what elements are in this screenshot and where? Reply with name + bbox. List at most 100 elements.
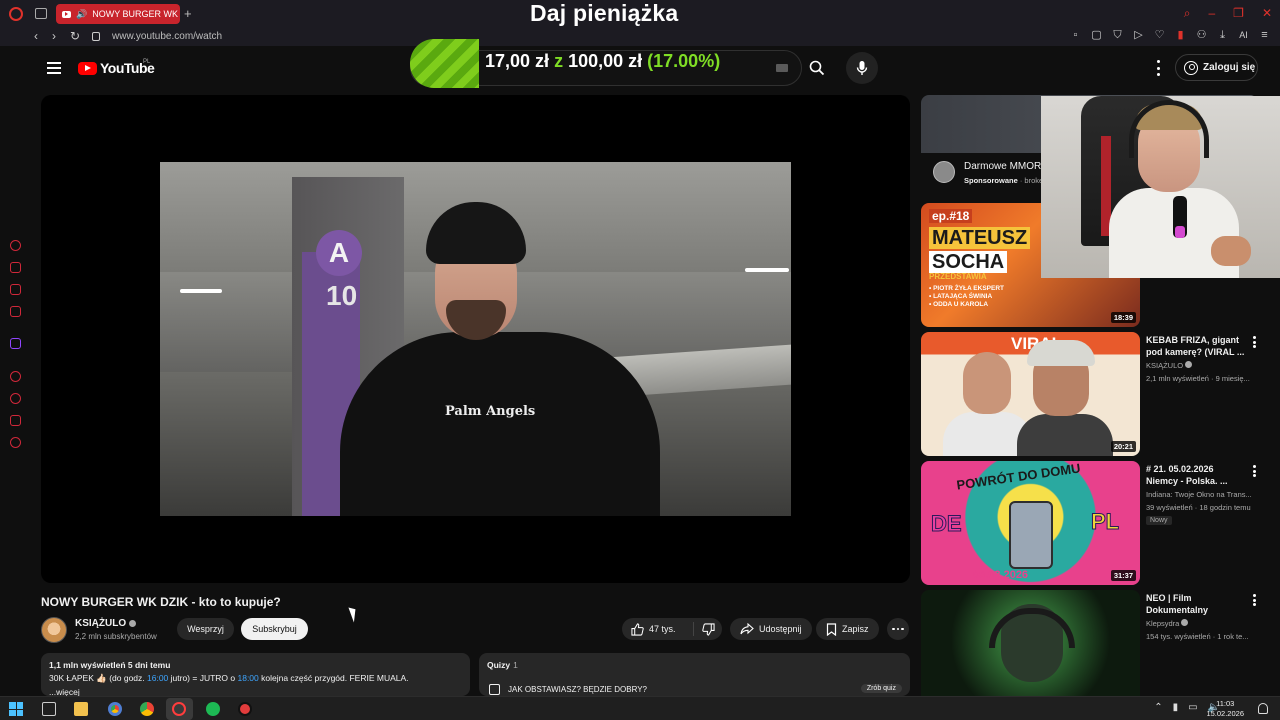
sidebar-music-icon[interactable] xyxy=(10,306,21,317)
chrome-icon[interactable] xyxy=(140,702,154,716)
sidebar-player-icon[interactable] xyxy=(10,371,21,382)
sidebar-chatgpt-icon[interactable] xyxy=(10,240,21,251)
like-button[interactable]: 47 tys. xyxy=(622,622,694,636)
settings-menu-icon[interactable] xyxy=(1152,60,1164,76)
take-quiz-button[interactable]: Zrób quiz xyxy=(860,684,902,693)
voice-search-button[interactable] xyxy=(846,52,878,84)
file-explorer-icon[interactable] xyxy=(74,702,88,716)
ad-title[interactable]: Darmowe MMOR xyxy=(964,161,1041,172)
tab-workspaces-icon[interactable] xyxy=(35,8,47,19)
recommendation-title[interactable]: KEBAB FRIZA, gigant pod kamerę? (VIRAL .… xyxy=(1146,334,1246,358)
support-button[interactable]: Wesprzyj xyxy=(177,618,234,640)
url-field[interactable]: www.youtube.com/watch xyxy=(112,31,222,42)
sidebar-settings-icon[interactable] xyxy=(10,437,21,448)
verified-icon xyxy=(1181,619,1189,626)
recommendation-thumbnail[interactable]: VIRAL 20:21 xyxy=(921,332,1140,456)
sidebar-discord-icon[interactable] xyxy=(10,284,21,295)
bookmark-save-icon xyxy=(826,622,837,636)
windows-start-icon[interactable] xyxy=(9,702,23,716)
share-button[interactable]: Udostępnij xyxy=(730,618,812,640)
like-count: 47 tys. xyxy=(649,624,676,634)
snapshot-icon[interactable]: ▢ xyxy=(1091,30,1102,41)
chrome-profile-icon[interactable] xyxy=(108,702,122,716)
recommendation-thumbnail[interactable]: POWRÓT DO DOMU DE PL 05.02.2026 31:37 xyxy=(921,461,1140,585)
system-clock[interactable]: 11:03 15.02.2026 xyxy=(1206,699,1244,719)
description-box[interactable]: 1,1 mln wyświetleń 5 dni temu 30K ŁAPEK … xyxy=(41,653,470,696)
opera-gx-icon[interactable] xyxy=(172,702,186,716)
description-part: kolejna część przygód. FERIE MUALA. xyxy=(258,673,409,683)
recommendation-channel[interactable]: Klepsydra xyxy=(1146,619,1254,628)
audio-icon[interactable]: 🔊 xyxy=(76,9,87,20)
timestamp-link[interactable]: 16:00 xyxy=(147,673,168,683)
save-button[interactable]: Zapisz xyxy=(816,618,879,640)
sidebar-history-icon[interactable] xyxy=(10,393,21,404)
browser-tab-active[interactable]: 🔊 NOWY BURGER WK DZ xyxy=(56,4,180,24)
heart-icon[interactable]: ♡ xyxy=(1154,30,1165,41)
search-tabs-icon[interactable]: ⌕ xyxy=(1184,6,1191,21)
subscriber-count: 2,2 mln subskrybentów xyxy=(75,632,157,641)
recommendation-item[interactable]: NEO | Film Dokumentalny Klepsydra 154 ty… xyxy=(921,590,1261,696)
profile-icon[interactable]: ⚇ xyxy=(1196,30,1207,41)
lock-icon[interactable] xyxy=(92,32,100,41)
video-title: NOWY BURGER WK DZIK - kto to kupuje? xyxy=(41,595,281,609)
webcam-mic-light xyxy=(1175,226,1185,238)
subscribe-button[interactable]: Subskrybuj xyxy=(241,618,308,640)
bookmark-icon[interactable]: ▫ xyxy=(1070,30,1081,41)
video-frame[interactable]: A 10 Palm Angels xyxy=(160,162,791,516)
show-more-link[interactable]: ...więcej xyxy=(49,687,462,696)
notifications-icon[interactable] xyxy=(1258,703,1268,714)
sign-in-button[interactable]: Zaloguj się xyxy=(1175,54,1258,81)
video-duration: 20:21 xyxy=(1110,441,1136,452)
opera-logo-icon[interactable] xyxy=(9,7,23,21)
timestamp-link[interactable]: 18:00 xyxy=(237,673,258,683)
task-view-icon[interactable] xyxy=(42,702,56,716)
shield-icon[interactable]: ⛉ xyxy=(1112,30,1123,41)
recommendation-item[interactable]: POWRÓT DO DOMU DE PL 05.02.2026 31:37 # … xyxy=(921,461,1261,585)
recommendation-channel[interactable]: Indiana: Twoje Okno na Trans... xyxy=(1146,490,1254,499)
channel-name[interactable]: KSIĄŻULO xyxy=(75,618,137,629)
sidebar-messenger-icon[interactable] xyxy=(10,262,21,273)
app-icon[interactable] xyxy=(238,702,252,716)
youtube-favicon-icon xyxy=(62,10,71,18)
play-icon[interactable]: ▷ xyxy=(1133,30,1144,41)
channel-avatar[interactable] xyxy=(41,617,67,643)
recommendation-channel[interactable]: KSIĄŻULO xyxy=(1146,361,1254,370)
download-icon[interactable]: ⤓ xyxy=(1217,30,1228,41)
guide-menu-icon[interactable] xyxy=(47,62,61,74)
quiz-question[interactable]: JAK OBSTAWIASZ? BĘDZIE DOBRY? xyxy=(489,684,647,695)
item-menu-icon[interactable] xyxy=(1252,594,1256,606)
thumb-top-text: POWRÓT DO DOMU xyxy=(955,461,1082,493)
dislike-button[interactable] xyxy=(694,622,722,636)
maximize-icon[interactable]: ❐ xyxy=(1233,6,1244,21)
reload-icon[interactable]: ↻ xyxy=(70,29,80,43)
item-menu-icon[interactable] xyxy=(1252,336,1256,348)
recommendation-thumbnail[interactable] xyxy=(921,590,1140,696)
wallet-icon[interactable]: ▮ xyxy=(1175,30,1186,41)
window-controls: ⌕ – ❐ ✕ xyxy=(1184,6,1272,21)
usb-icon[interactable]: ▮ xyxy=(1173,702,1179,713)
menu-icon[interactable]: ≡ xyxy=(1259,30,1270,41)
recommendation-title[interactable]: # 21. 05.02.2026 Niemcy - Polska. ... xyxy=(1146,463,1246,487)
thumb-de: DE xyxy=(931,511,963,537)
new-tab-plus-icon[interactable]: + xyxy=(184,6,192,21)
recommendation-item[interactable]: VIRAL 20:21 KEBAB FRIZA, gigant pod kame… xyxy=(921,332,1261,456)
stream-overlay-title: Daj pieniążka xyxy=(530,0,679,26)
forward-icon[interactable]: › xyxy=(52,29,56,43)
close-window-icon[interactable]: ✕ xyxy=(1262,6,1272,21)
save-label: Zapisz xyxy=(842,624,869,634)
ad-sponsored-label: Sponsorowane · broke xyxy=(964,176,1043,185)
more-actions-button[interactable] xyxy=(887,618,909,640)
sidebar-extensions-icon[interactable] xyxy=(10,415,21,426)
network-icon[interactable]: ▭ xyxy=(1188,702,1197,713)
recommendation-title[interactable]: NEO | Film Dokumentalny xyxy=(1146,592,1246,616)
sidebar-twitch-icon[interactable] xyxy=(10,338,21,349)
quiz-question-text: JAK OBSTAWIASZ? BĘDZIE DOBRY? xyxy=(508,685,647,694)
item-menu-icon[interactable] xyxy=(1252,465,1256,477)
minimize-icon[interactable]: – xyxy=(1208,6,1215,21)
spotify-icon[interactable] xyxy=(206,702,220,716)
back-icon[interactable]: ‹ xyxy=(34,29,38,43)
aria-icon[interactable]: AI xyxy=(1238,30,1249,41)
video-player[interactable]: A 10 Palm Angels xyxy=(41,95,910,583)
tray-expand-icon[interactable]: ⌃ xyxy=(1154,702,1162,713)
sponsored-text: Sponsorowane xyxy=(964,176,1018,185)
